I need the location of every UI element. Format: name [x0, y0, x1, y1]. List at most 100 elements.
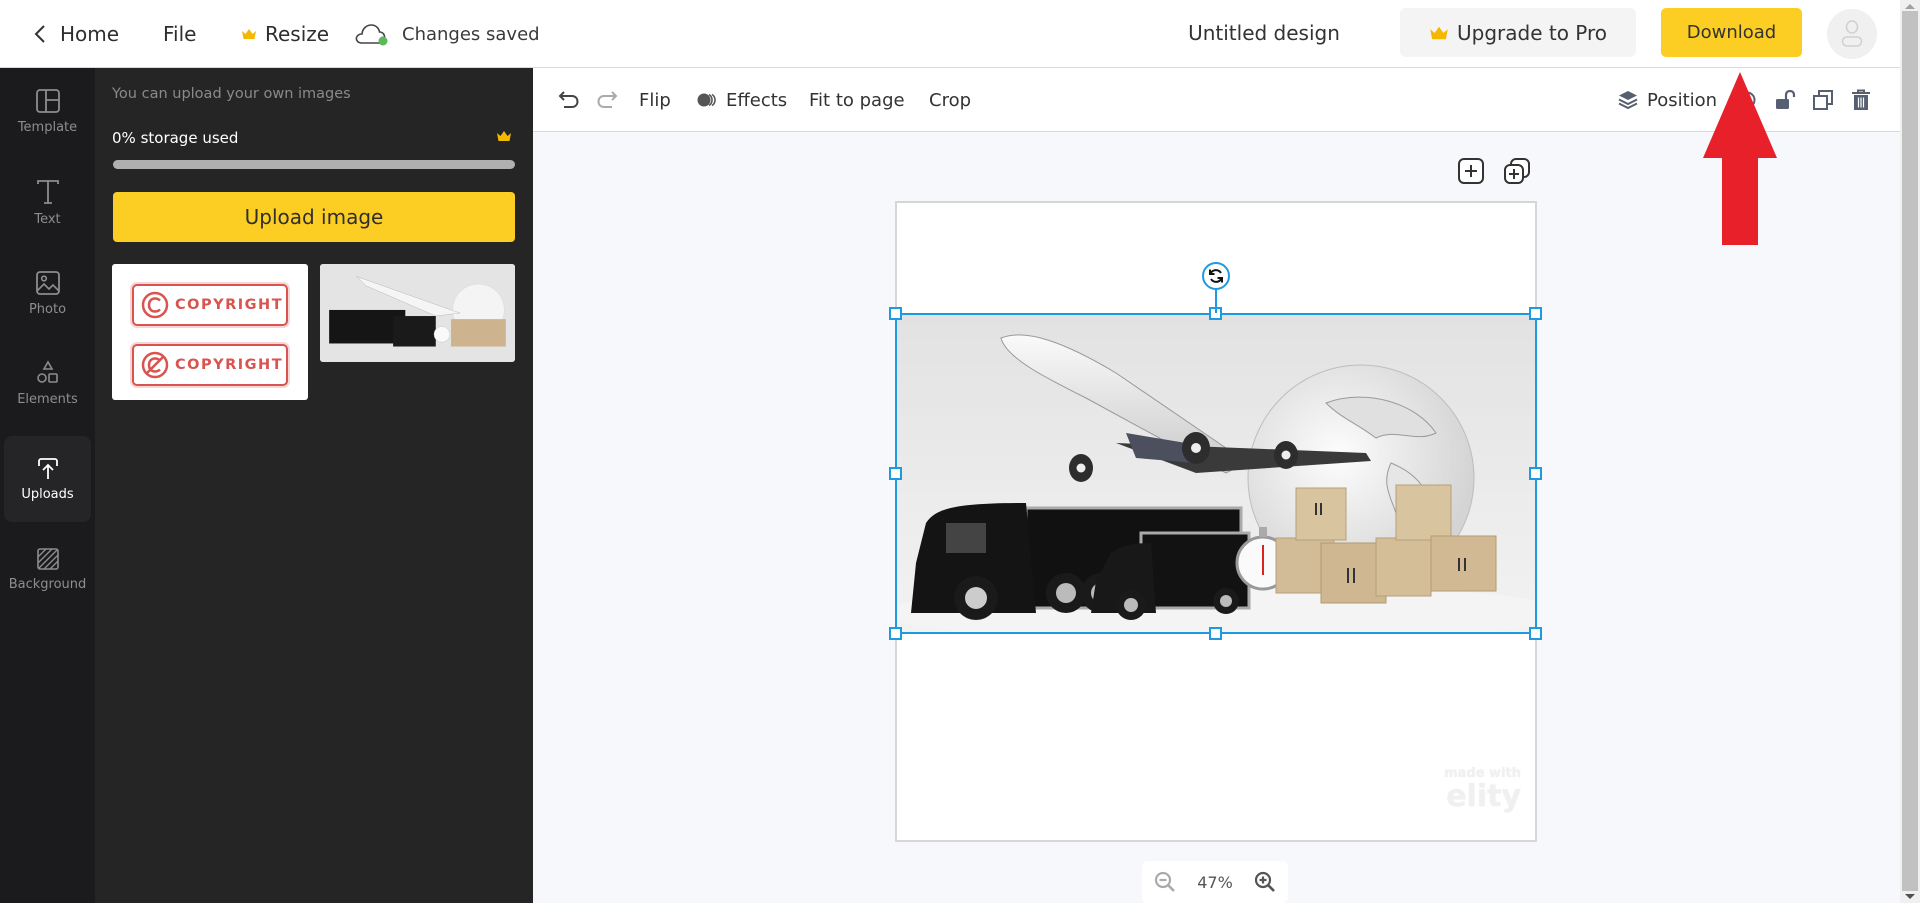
rotate-connector — [1215, 288, 1217, 313]
delete-button[interactable] — [1851, 68, 1871, 132]
rail-label: Background — [8, 576, 87, 592]
rail-label: Elements — [17, 391, 78, 407]
document-title[interactable]: Untitled design — [1150, 0, 1378, 65]
crown-icon — [1430, 26, 1448, 39]
zoom-in-button[interactable] — [1254, 871, 1276, 893]
rotate-handle[interactable] — [1202, 262, 1230, 290]
home-button[interactable]: Home — [34, 0, 119, 68]
cloud-saved-icon — [355, 24, 388, 46]
resize-button[interactable]: Resize — [241, 0, 329, 68]
rail-item-template[interactable]: Template — [4, 68, 91, 154]
transparency-button[interactable] — [1737, 68, 1757, 132]
resize-handle-right[interactable] — [1529, 467, 1542, 480]
rail-label: Photo — [28, 301, 67, 317]
scroll-down-arrow[interactable] — [1905, 894, 1915, 899]
rail-label: Template — [17, 119, 78, 135]
resize-handle-top-left[interactable] — [889, 307, 902, 320]
crop-label: Crop — [929, 89, 972, 111]
resize-handle-bottom[interactable] — [1209, 627, 1222, 640]
resize-handle-bottom-left[interactable] — [889, 627, 902, 640]
zoom-out-button[interactable] — [1154, 871, 1176, 893]
fit-to-page-label: Fit to page — [809, 89, 905, 111]
zoom-control: 47% — [1142, 861, 1288, 903]
upload-hint: You can upload your own images — [112, 86, 351, 102]
file-label: File — [163, 22, 197, 46]
add-page-icon — [1458, 158, 1484, 184]
top-bar: Home File Resize Changes saved Untitled … — [0, 0, 1900, 68]
duplicate-page-icon — [1504, 158, 1530, 184]
background-icon — [36, 547, 59, 570]
lock-button[interactable] — [1774, 68, 1796, 132]
page-scrollbar[interactable] — [1900, 0, 1920, 903]
text-icon — [36, 179, 59, 204]
rail-item-text[interactable]: Text — [4, 159, 91, 245]
resize-handle-bottom-right[interactable] — [1529, 627, 1542, 640]
undo-icon — [558, 91, 579, 108]
duplicate-page-button[interactable] — [1503, 157, 1531, 185]
rail-item-elements[interactable]: Elements — [4, 340, 91, 426]
rail-label: Uploads — [21, 486, 74, 502]
no-copyright-symbol-icon — [141, 351, 169, 379]
photo-icon — [35, 270, 60, 295]
zoom-out-icon — [1154, 871, 1175, 892]
resize-label: Resize — [265, 22, 330, 46]
logistics-thumbnail-image — [320, 264, 515, 362]
rail-item-uploads[interactable]: Uploads — [4, 436, 91, 522]
unlock-icon — [1776, 89, 1796, 109]
zoom-in-icon — [1254, 871, 1275, 892]
redo-button[interactable] — [596, 68, 618, 132]
storage-progress-bar — [113, 160, 515, 169]
flip-button[interactable]: Flip — [639, 68, 671, 132]
watermark: made with elity — [1437, 766, 1521, 813]
scrollbar-thumb[interactable] — [1902, 11, 1918, 891]
crop-button[interactable]: Crop — [929, 68, 971, 132]
position-label: Position — [1647, 89, 1718, 111]
rail-item-background[interactable]: Background — [4, 526, 91, 612]
scroll-up-arrow[interactable] — [1905, 4, 1915, 9]
user-icon — [1841, 20, 1863, 47]
trash-icon — [1852, 89, 1870, 110]
resize-handle-top-right[interactable] — [1529, 307, 1542, 320]
duplicate-icon — [1813, 90, 1833, 110]
logistics-image — [896, 334, 1536, 633]
flip-label: Flip — [639, 89, 671, 111]
template-icon — [35, 88, 60, 113]
canvas-photo-logistics[interactable] — [896, 313, 1536, 633]
user-avatar[interactable] — [1827, 9, 1877, 59]
effects-button[interactable]: Effects — [696, 68, 787, 132]
chevron-left-icon — [34, 25, 45, 43]
crown-icon — [242, 29, 256, 39]
download-button[interactable]: Download — [1661, 8, 1802, 57]
crown-icon[interactable] — [496, 130, 512, 142]
add-page-button[interactable] — [1457, 157, 1485, 185]
effects-icon — [697, 93, 716, 107]
rail-item-photo[interactable]: Photo — [4, 250, 91, 336]
save-status-label: Changes saved — [402, 23, 540, 45]
left-rail: Template Text Photo Elements Uploads Bac… — [0, 68, 95, 903]
resize-handle-left[interactable] — [889, 467, 902, 480]
home-label: Home — [60, 22, 120, 46]
uploaded-thumbnail-logistics[interactable] — [320, 264, 515, 362]
undo-button[interactable] — [558, 68, 580, 132]
save-status: Changes saved — [354, 0, 540, 68]
upload-image-button[interactable]: Upload image — [113, 192, 515, 242]
uploaded-thumbnail-copyright[interactable]: COPYRIGHT COPYRIGHT — [112, 264, 308, 400]
copyright-badge: COPYRIGHT — [132, 284, 288, 326]
effects-label: Effects — [726, 89, 788, 111]
upload-icon — [37, 457, 58, 479]
copyright-symbol-icon — [141, 291, 169, 319]
transparency-icon — [1738, 91, 1756, 109]
zoom-level: 47% — [1197, 872, 1233, 892]
rotate-icon — [1209, 269, 1223, 283]
duplicate-button[interactable] — [1812, 68, 1834, 132]
fit-to-page-button[interactable]: Fit to page — [809, 68, 905, 132]
layers-icon — [1618, 91, 1638, 110]
upgrade-to-pro-button[interactable]: Upgrade to Pro — [1400, 8, 1636, 57]
rail-label: Text — [34, 211, 61, 227]
copyleft-badge: COPYRIGHT — [132, 344, 288, 386]
file-menu[interactable]: File — [163, 0, 196, 68]
redo-icon — [597, 91, 618, 108]
copyright-badge-text: COPYRIGHT — [175, 297, 284, 313]
position-button[interactable]: Position — [1617, 68, 1717, 132]
download-label: Download — [1686, 22, 1777, 43]
